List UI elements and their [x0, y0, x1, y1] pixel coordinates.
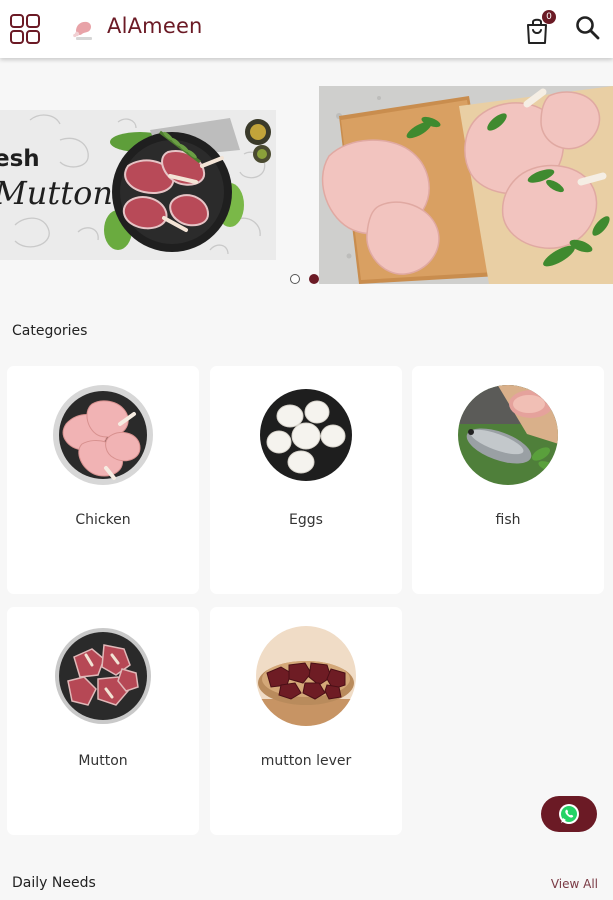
category-label: Chicken: [75, 512, 131, 528]
category-card-fish[interactable]: fish: [412, 366, 604, 594]
banner-text-line1: esh: [0, 146, 40, 172]
category-label: mutton lever: [260, 753, 352, 769]
carousel-dot-1[interactable]: [290, 274, 300, 284]
category-label: Mutton: [78, 753, 128, 769]
grid-menu-icon[interactable]: [8, 12, 42, 46]
category-label: fish: [495, 512, 521, 528]
categories-title: Categories: [12, 323, 88, 339]
banner-fresh-mutton[interactable]: esh Mutton: [0, 110, 276, 260]
banner-text-line2: Mutton: [0, 174, 113, 212]
mutton-category-image: [55, 628, 151, 724]
eggs-category-image: [260, 389, 352, 481]
whatsapp-icon: [559, 804, 579, 824]
category-label: Eggs: [289, 512, 323, 528]
chicken-banner-art: [319, 86, 613, 284]
search-icon[interactable]: [574, 14, 602, 42]
app-title: AlAmeen: [107, 14, 203, 38]
app-header: AlAmeen 0: [0, 0, 613, 58]
cart-count-badge: 0: [542, 10, 556, 24]
daily-needs-title: Daily Needs: [12, 875, 96, 891]
fish-category-image: [458, 385, 558, 485]
category-card-eggs[interactable]: Eggs: [210, 366, 402, 594]
chicken-category-image: [53, 385, 153, 485]
carousel-dot-2[interactable]: [309, 274, 319, 284]
banner-chicken[interactable]: [319, 86, 613, 284]
category-card-mutton[interactable]: Mutton: [7, 607, 199, 835]
meat-logo-icon: [73, 21, 92, 40]
whatsapp-button[interactable]: [541, 796, 597, 832]
mutton-lever-category-image: [256, 626, 356, 726]
cart-button[interactable]: 0: [524, 10, 556, 46]
category-card-chicken[interactable]: Chicken: [7, 366, 199, 594]
view-all-link[interactable]: View All: [551, 877, 598, 891]
category-card-mutton-lever[interactable]: mutton lever: [210, 607, 402, 835]
